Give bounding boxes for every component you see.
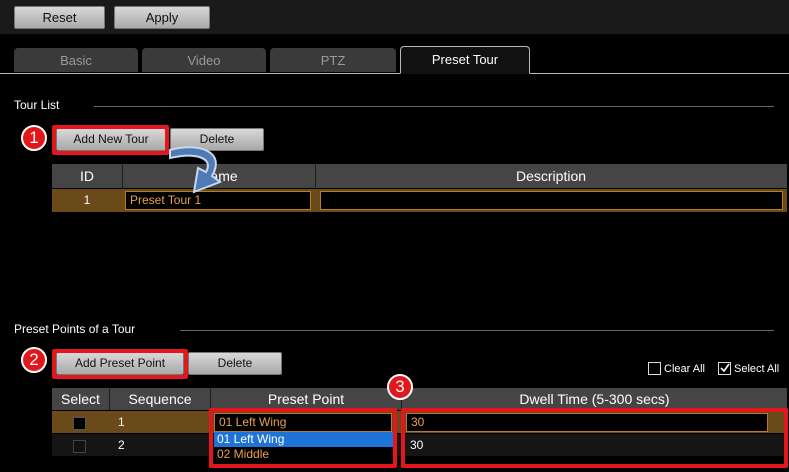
highlight-box-preset-point xyxy=(209,408,397,468)
delete-preset-point-button[interactable]: Delete xyxy=(188,352,282,375)
tab-basic[interactable]: Basic xyxy=(14,48,138,72)
reset-button[interactable]: Reset xyxy=(14,6,105,29)
preset-points-divider xyxy=(180,330,774,331)
tab-strip: Basic Video PTZ Preset Tour xyxy=(0,46,789,74)
curved-arrow-icon xyxy=(169,146,223,194)
preset-table-header: Select Sequence Preset Point Dwell Time … xyxy=(52,388,787,410)
callout-badge-2: 2 xyxy=(21,347,47,373)
clear-all-checkbox[interactable] xyxy=(648,362,661,375)
tab-ptz[interactable]: PTZ xyxy=(270,48,396,72)
column-header-select: Select xyxy=(52,388,110,410)
callout-badge-1: 1 xyxy=(21,125,47,151)
column-header-description: Description xyxy=(515,168,587,184)
tour-list-title: Tour List xyxy=(14,98,60,112)
sequence-cell: 2 xyxy=(118,438,125,452)
row-select-checkbox[interactable] xyxy=(73,417,86,430)
tour-list-divider xyxy=(94,106,774,107)
column-header-id: ID xyxy=(52,164,123,188)
sequence-cell: 1 xyxy=(118,415,125,429)
row-select-checkbox[interactable] xyxy=(73,440,86,453)
column-header-dwell-time: Dwell Time (5-300 secs) xyxy=(519,391,670,407)
apply-button[interactable]: Apply xyxy=(114,6,210,29)
preset-points-title: Preset Points of a Tour xyxy=(14,322,136,336)
select-all-label: Select All xyxy=(734,363,780,375)
column-header-sequence: Sequence xyxy=(110,388,211,410)
tour-id-cell: 1 xyxy=(83,193,91,207)
highlight-box-add-preset xyxy=(52,349,188,379)
tour-description-input[interactable] xyxy=(320,191,783,210)
clear-all-label: Clear All xyxy=(664,363,705,375)
tab-preset-tour[interactable]: Preset Tour xyxy=(400,46,530,74)
tab-video[interactable]: Video xyxy=(142,48,266,72)
top-toolbar: Reset Apply xyxy=(0,0,789,34)
highlight-box-dwell-time xyxy=(401,408,788,468)
highlight-box-add-tour xyxy=(52,125,169,155)
checkmark-icon xyxy=(720,363,730,373)
column-header-preset-point: Preset Point xyxy=(211,388,402,410)
select-all-checkbox[interactable] xyxy=(718,362,731,375)
callout-badge-3: 3 xyxy=(387,374,413,400)
